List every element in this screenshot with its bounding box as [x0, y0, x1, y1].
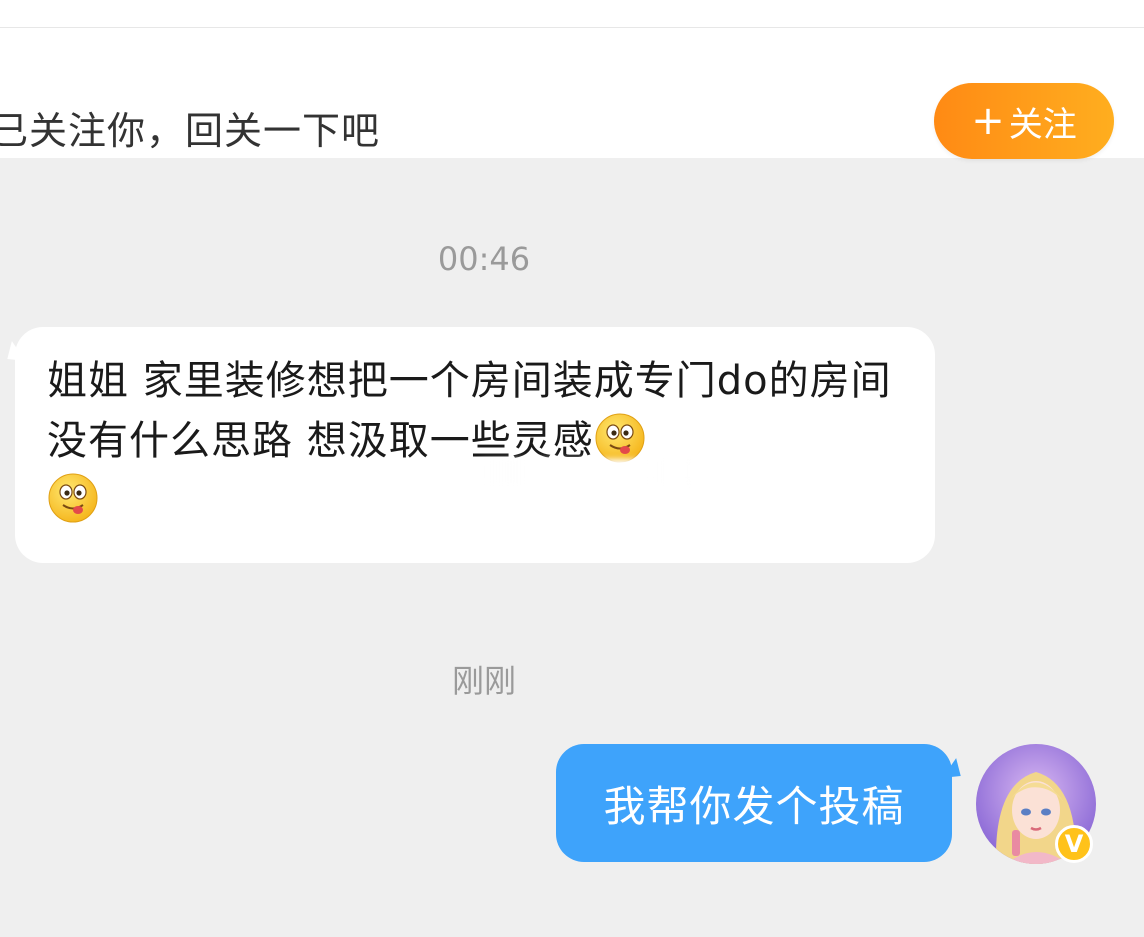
bubble-tail — [0, 341, 26, 369]
follow-back-text: 已关注你，回关一下吧 — [0, 109, 381, 153]
message-timestamp: 刚刚 — [451, 662, 516, 700]
follow-back-bar: 已关注你，回关一下吧 + 关注 — [0, 28, 1144, 159]
message-text: 姐姐 家里装修想把一个房间装成专门do的房间 没有什么思路 想汲取一些灵感 — [47, 358, 892, 464]
outgoing-message-text: 我帮你发个投稿 — [603, 781, 905, 831]
incoming-message-text: 姐姐 家里装修想把一个房间装成专门do的房间 没有什么思路 想汲取一些灵感 — [47, 351, 917, 531]
plus-icon: + — [971, 98, 1005, 144]
follow-button-label: 关注 — [1008, 104, 1077, 145]
outgoing-message-bubble[interactable]: 我帮你发个投稿 — [556, 744, 968, 862]
message-timestamp: 00:46 — [437, 240, 531, 278]
verified-badge: V — [1055, 825, 1093, 863]
incoming-message-bubble[interactable]: 姐姐 家里装修想把一个房间装成专门do的房间 没有什么思路 想汲取一些灵感 — [0, 327, 935, 563]
follow-button[interactable]: + 关注 — [934, 83, 1114, 159]
blur-overlay — [481, 459, 691, 485]
tongue-out-emoji-icon — [595, 413, 645, 463]
tongue-out-emoji-icon — [48, 473, 98, 523]
verified-badge-label: V — [1064, 830, 1084, 858]
top-strip — [0, 0, 1144, 28]
